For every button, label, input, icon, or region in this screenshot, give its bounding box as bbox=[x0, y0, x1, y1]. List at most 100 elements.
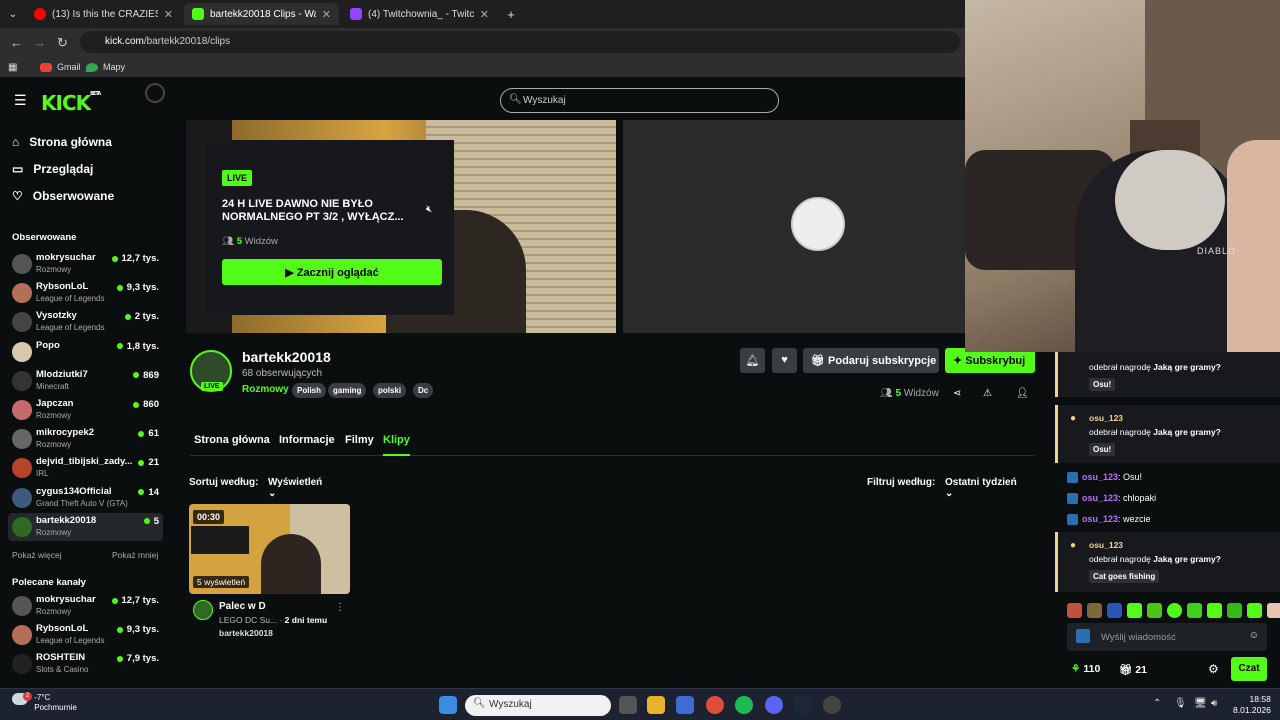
tag-polski[interactable]: polski bbox=[373, 383, 407, 398]
tab-about[interactable]: Informacje bbox=[279, 434, 335, 446]
tab-videos[interactable]: Filmy bbox=[345, 434, 374, 446]
microphone-icon[interactable]: 🎙︎ bbox=[1174, 698, 1187, 709]
sidebar-channel-followed[interactable]: mokrysuchar Rozmowy 12,7 tys. bbox=[8, 250, 163, 278]
sort-dropdown[interactable]: Wyświetleń ⌄ bbox=[260, 472, 340, 499]
gift-subscription-button[interactable]: 🎁︎ Podaruj subskrypcje bbox=[803, 348, 939, 373]
sidebar-channel-followed[interactable]: Japczan Rozmowy 860 bbox=[8, 396, 163, 424]
clip-thumbnail[interactable]: 00:30 5 wyświetleń bbox=[189, 504, 350, 594]
emote-icon[interactable] bbox=[1167, 603, 1182, 618]
sidebar-channel-recommended[interactable]: RybsonLoL League of Legends 9,3 tys. bbox=[8, 621, 163, 649]
report-icon[interactable]: ⚠ bbox=[983, 388, 992, 399]
chat-input[interactable]: Wyślij wiadomość ☺ bbox=[1067, 623, 1267, 651]
show-less-link[interactable]: Pokaż mniej bbox=[112, 550, 158, 560]
bookmark-gmail[interactable]: Gmail bbox=[40, 62, 81, 72]
windows-start-icon[interactable] bbox=[439, 696, 457, 714]
notification-bell-button[interactable]: 🔔︎ bbox=[740, 348, 765, 373]
tag-polish[interactable]: Polish bbox=[292, 383, 327, 398]
discord-icon[interactable] bbox=[765, 696, 783, 714]
nav-browse[interactable]: ▭ Przeglądaj bbox=[12, 162, 93, 176]
reward-user[interactable]: osu_123 bbox=[1089, 413, 1123, 423]
tray-chevron-icon[interactable]: ⌃ bbox=[1153, 698, 1161, 709]
close-tab-icon[interactable]: ✕ bbox=[480, 8, 489, 21]
share-icon[interactable]: ⋖ bbox=[953, 388, 961, 399]
tag-dc[interactable]: Dc bbox=[413, 383, 434, 398]
url-field[interactable]: kick.com/bartekk20018/clips bbox=[80, 31, 960, 53]
forward-icon[interactable]: → bbox=[33, 35, 46, 50]
reload-icon[interactable]: ↻ bbox=[57, 35, 68, 51]
emote-icon[interactable] bbox=[1147, 603, 1162, 618]
emote-icon[interactable] bbox=[1067, 603, 1082, 618]
file-explorer-icon[interactable] bbox=[647, 696, 665, 714]
sidebar-channel-followed[interactable]: cygus134Official Grand Theft Auto V (GTA)… bbox=[8, 484, 163, 512]
browser-tab-twitch[interactable]: (4) Twitchownia_ - Twitch ✕ bbox=[342, 3, 497, 25]
chat-send-button[interactable]: Czat bbox=[1231, 657, 1267, 681]
sidebar-channel-followed[interactable]: RybsonLoL League of Legends 9,3 tys. bbox=[8, 279, 163, 307]
search-input[interactable]: 🔍︎ Wyszukaj bbox=[500, 88, 779, 113]
obs-icon[interactable] bbox=[823, 696, 841, 714]
gear-icon[interactable]: ⚙ bbox=[1208, 662, 1219, 676]
filter-dropdown[interactable]: Ostatni tydzień ⌄ bbox=[938, 472, 1033, 499]
chat-username[interactable]: osu_123 bbox=[1082, 493, 1118, 503]
video-player[interactable]: LIVE 24 H LIVE DAWNO NIE BYŁO NORMALNEGO… bbox=[186, 120, 616, 333]
chat-username[interactable]: osu_123 bbox=[1082, 514, 1118, 524]
follow-heart-button[interactable]: ♥ bbox=[772, 348, 797, 373]
channel-category[interactable]: Rozmowy bbox=[242, 384, 289, 395]
channel-points[interactable]: ⚘ 110 bbox=[1071, 663, 1100, 675]
mute-icon[interactable]: 🔇︎ bbox=[426, 204, 432, 215]
user-options-icon[interactable]: 👤︎ bbox=[1016, 388, 1029, 399]
emote-icon[interactable] bbox=[1227, 603, 1242, 618]
emote-icon[interactable] bbox=[1087, 603, 1102, 618]
network-icon[interactable]: 🖥︎ bbox=[1194, 698, 1207, 709]
emote-icon[interactable] bbox=[1247, 603, 1262, 618]
sidebar-channel-followed[interactable]: Vysotzky League of Legends 2 tys. bbox=[8, 308, 163, 336]
emote-icon[interactable] bbox=[1127, 603, 1142, 618]
task-view-icon[interactable] bbox=[619, 696, 637, 714]
hamburger-menu-icon[interactable]: ☰ bbox=[14, 92, 27, 109]
clip-category[interactable]: LEGO DC Su... bbox=[219, 615, 277, 625]
close-tab-icon[interactable]: ✕ bbox=[322, 8, 331, 21]
chrome-icon[interactable] bbox=[706, 696, 724, 714]
reward-user[interactable]: osu_123 bbox=[1089, 540, 1123, 550]
emote-icon[interactable] bbox=[1187, 603, 1202, 618]
chat-username[interactable]: osu_123 bbox=[1082, 472, 1118, 482]
back-icon[interactable]: ← bbox=[10, 35, 23, 50]
taskbar-search[interactable]: 🔍︎ Wyszukaj bbox=[465, 695, 611, 716]
sidebar-channel-followed[interactable]: mikrocypek2 Rozmowy 61 bbox=[8, 425, 163, 453]
clip-author-avatar[interactable] bbox=[193, 600, 213, 620]
nav-home[interactable]: ⌂ Strona główna bbox=[12, 135, 112, 149]
sidebar-channel-followed[interactable]: Popo 1,8 tys. bbox=[8, 338, 163, 366]
more-options-icon[interactable]: ⋮ bbox=[335, 602, 345, 613]
emote-icon[interactable] bbox=[1267, 603, 1280, 618]
clip-title[interactable]: Palec w D bbox=[219, 601, 266, 612]
tag-gaming[interactable]: gaming bbox=[328, 383, 367, 398]
show-more-link[interactable]: Pokaż więcej bbox=[12, 550, 62, 560]
kick-logo[interactable]: KICKBETA bbox=[41, 91, 101, 115]
nav-following[interactable]: ♡ Obserwowane bbox=[12, 189, 114, 203]
sidebar-channel-followed[interactable]: bartekk20018 Rozmowy 5 bbox=[8, 512, 163, 541]
system-clock[interactable]: 18:58 8.01.2026 bbox=[1233, 694, 1271, 716]
new-tab-button[interactable]: + bbox=[502, 3, 520, 25]
store-icon[interactable] bbox=[676, 696, 694, 714]
emote-icon[interactable] bbox=[1207, 603, 1222, 618]
sidebar-channel-followed[interactable]: Mlodziutki7 Minecraft 869 bbox=[8, 367, 163, 395]
weather-widget[interactable]: 2 -7°C Pochmurnie bbox=[12, 692, 77, 713]
browser-tab-kick[interactable]: bartekk20018 Clips - Watch Live ✕ bbox=[184, 3, 339, 25]
volume-icon[interactable]: 🔊︎ bbox=[1211, 698, 1217, 709]
apps-grid-icon[interactable]: ▦ bbox=[8, 62, 17, 73]
close-tab-icon[interactable]: ✕ bbox=[164, 8, 173, 21]
gift-counter[interactable]: 🎁︎ 21 bbox=[1119, 663, 1147, 676]
sidebar-channel-recommended[interactable]: ROSHTEIN Slots & Casino 7,9 tys. bbox=[8, 650, 163, 678]
bookmark-maps[interactable]: Mapy bbox=[86, 62, 125, 72]
browser-tab-youtube[interactable]: (13) Is this the CRAZIEST BBQ? T ✕ bbox=[26, 3, 181, 25]
tab-clips[interactable]: Klipy bbox=[383, 434, 410, 446]
sidebar-channel-recommended[interactable]: mokrysuchar Rozmowy 12,7 tys. bbox=[8, 592, 163, 620]
emote-icon[interactable] bbox=[1107, 603, 1122, 618]
emoji-picker-icon[interactable]: ☺ bbox=[1249, 630, 1259, 641]
tab-list-button[interactable]: ⌄ bbox=[4, 3, 22, 25]
clip-author[interactable]: bartekk20018 bbox=[219, 628, 273, 638]
spotify-icon[interactable] bbox=[735, 696, 753, 714]
start-watching-button[interactable]: ▶ Zacznij oglądać bbox=[222, 259, 442, 285]
secondary-player[interactable] bbox=[623, 120, 965, 333]
steam-icon[interactable] bbox=[794, 696, 812, 714]
tab-home[interactable]: Strona główna bbox=[194, 434, 270, 446]
